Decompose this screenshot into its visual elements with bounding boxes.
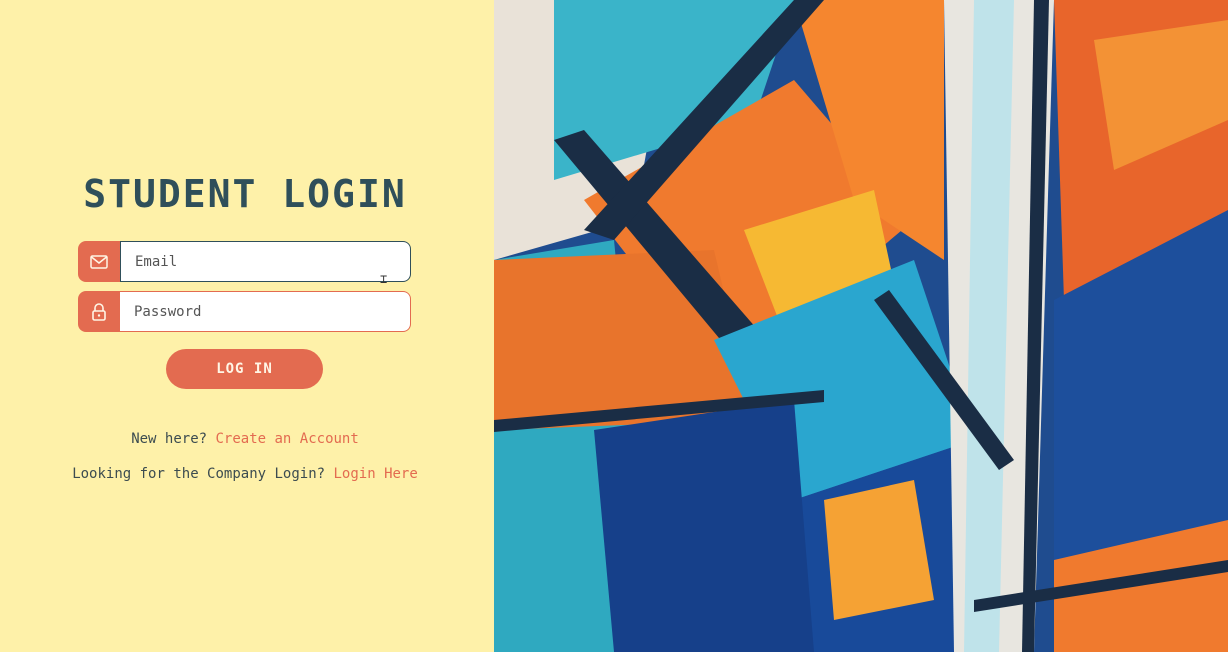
signup-line: New here? Create an Account [0,431,490,447]
login-page: STUDENT LOGIN ⌶ LOG IN [0,0,1228,652]
company-login-line: Looking for the Company Login? Login Her… [0,466,490,482]
email-input[interactable] [120,241,411,282]
page-title: STUDENT LOGIN [83,172,407,216]
password-field-group [78,291,411,332]
login-panel: STUDENT LOGIN ⌶ LOG IN [0,0,494,652]
email-field-group [78,241,411,282]
signup-prompt: New here? [131,431,208,447]
company-login-prompt: Looking for the Company Login? [72,466,326,482]
company-login-link[interactable]: Login Here [334,466,418,482]
login-button[interactable]: LOG IN [166,349,323,389]
text-cursor-icon: ⌶ [380,272,388,286]
envelope-icon [78,241,120,282]
lock-icon [78,291,120,332]
password-input[interactable] [120,291,411,332]
abstract-painting-image [494,0,1228,652]
create-account-link[interactable]: Create an Account [216,431,359,447]
